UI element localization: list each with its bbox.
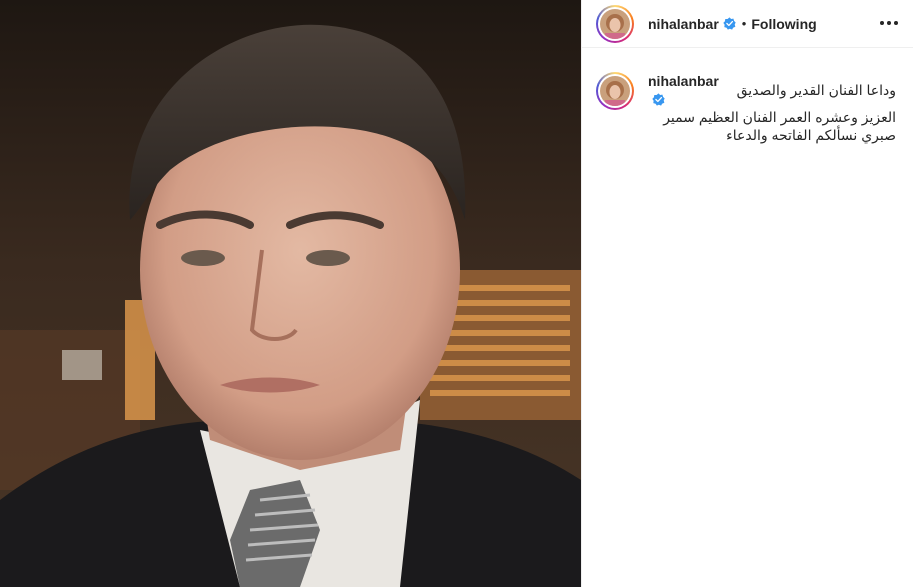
following-button[interactable]: Following bbox=[751, 16, 816, 32]
more-options-icon[interactable] bbox=[880, 16, 898, 30]
instagram-post: nihalanbar • Following nihalanbar وداعا … bbox=[0, 0, 913, 587]
profile-avatar[interactable] bbox=[596, 4, 634, 43]
more-dot bbox=[894, 21, 898, 25]
header-separator: • bbox=[741, 16, 747, 31]
portrait-photo bbox=[0, 0, 581, 587]
caption-username[interactable]: nihalanbar bbox=[648, 73, 719, 89]
verified-badge-icon bbox=[723, 17, 736, 30]
caption: nihalanbar وداعا الفنان القدير والصديق ا… bbox=[596, 72, 908, 144]
more-dot bbox=[887, 21, 891, 25]
caption-text-line-3: صبري نسألكم الفاتحه والدعاء bbox=[726, 127, 896, 143]
post-photo[interactable] bbox=[0, 0, 581, 587]
header-username[interactable]: nihalanbar bbox=[648, 16, 719, 32]
verified-badge-icon bbox=[652, 93, 665, 106]
caption-body: nihalanbar وداعا الفنان القدير والصديق ا… bbox=[648, 72, 896, 144]
caption-text-line-2: العزيز وعشره العمر الفنان العظيم سمير bbox=[663, 109, 896, 125]
post-side-panel: nihalanbar • Following nihalanbar وداعا … bbox=[581, 0, 913, 587]
caption-avatar[interactable] bbox=[596, 72, 634, 110]
caption-first-line: nihalanbar وداعا الفنان القدير والصديق bbox=[648, 72, 896, 108]
post-header: nihalanbar • Following bbox=[582, 0, 913, 48]
avatar-image bbox=[600, 8, 630, 39]
avatar-image bbox=[600, 76, 630, 106]
caption-text-line-1: وداعا الفنان القدير والصديق bbox=[736, 82, 896, 98]
more-dot bbox=[880, 21, 884, 25]
